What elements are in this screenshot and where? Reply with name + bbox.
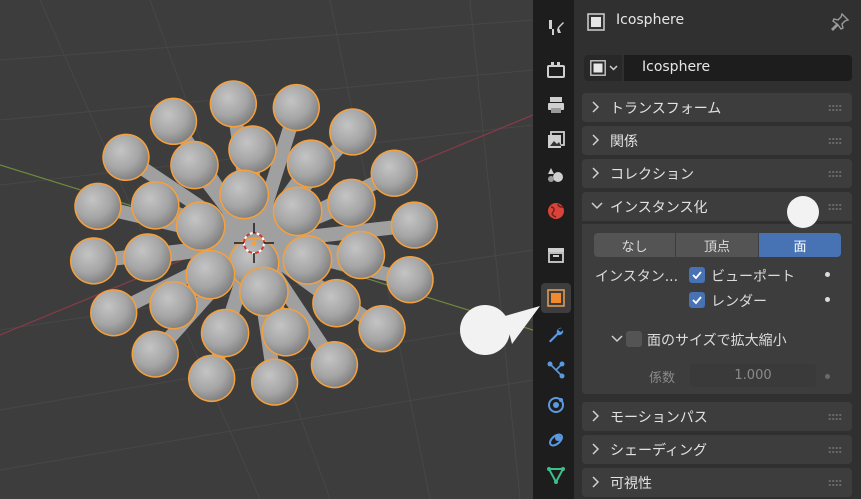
- callout-pointer: [505, 306, 540, 344]
- callout-marker-small: [787, 196, 819, 228]
- callout-marker-large: [460, 305, 510, 355]
